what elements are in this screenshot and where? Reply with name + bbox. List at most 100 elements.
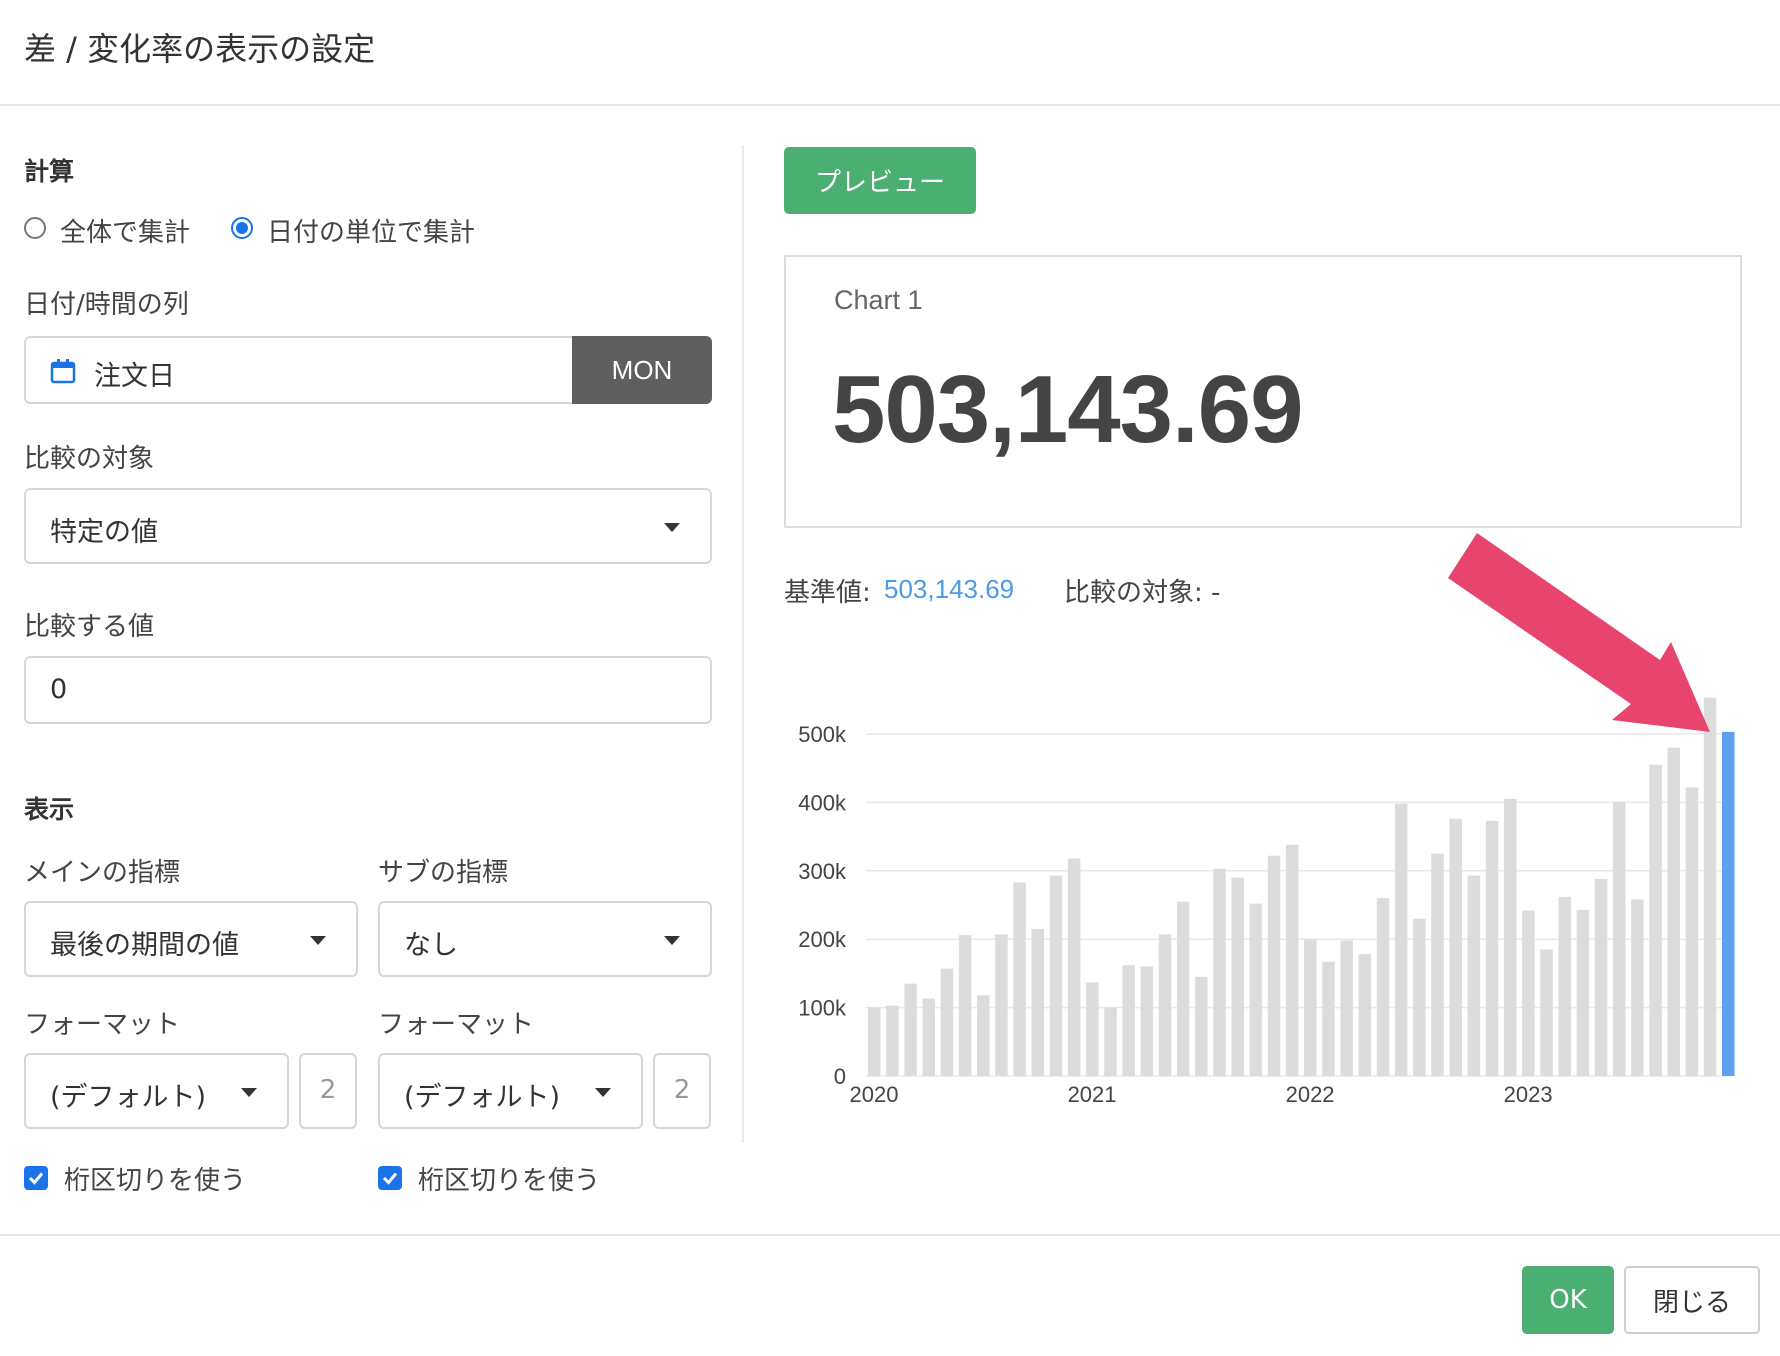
bar bbox=[1485, 820, 1499, 1076]
decimals-main-value: 2 bbox=[319, 1075, 337, 1105]
card-title: Chart 1 bbox=[834, 285, 923, 315]
bar-chart: 0 100k 200k 300k 400k 500k 2020 2021 2022 2023 bbox=[798, 533, 1735, 1107]
close-button[interactable]: 閉じる bbox=[1624, 1266, 1760, 1334]
preview-button[interactable]: プレビュー bbox=[784, 147, 976, 214]
x-tick-label: 2021 bbox=[1068, 1082, 1117, 1107]
header-divider bbox=[0, 104, 1780, 106]
chevron-down-icon bbox=[664, 936, 680, 945]
separator-sub-label[interactable]: 桁区切りを使う bbox=[418, 1160, 600, 1197]
format-main-select[interactable]: (デフォルト) bbox=[24, 1053, 289, 1129]
bar-highlight bbox=[1722, 731, 1735, 1076]
bar bbox=[1086, 982, 1099, 1076]
decimals-main-input[interactable]: 2 bbox=[299, 1053, 357, 1129]
bar bbox=[904, 983, 917, 1076]
bar bbox=[1358, 954, 1372, 1076]
x-tick-label: 2023 bbox=[1504, 1082, 1553, 1107]
bar bbox=[1249, 903, 1263, 1076]
y-tick-label: 500k bbox=[798, 722, 847, 747]
bar bbox=[1431, 853, 1444, 1076]
bar bbox=[1685, 787, 1699, 1076]
format-sub-value: (デフォルト) bbox=[404, 1082, 561, 1113]
bar bbox=[922, 998, 936, 1076]
bar bbox=[977, 995, 990, 1076]
bar bbox=[1503, 798, 1517, 1076]
y-tick-label: 0 bbox=[834, 1064, 846, 1089]
calendar-icon bbox=[50, 358, 76, 388]
main-metric-value: 最後の期間の値 bbox=[50, 930, 239, 961]
dialog-title: 差 / 変化率の表示の設定 bbox=[24, 30, 376, 68]
ok-button[interactable]: OK bbox=[1522, 1266, 1614, 1334]
panel-divider bbox=[742, 145, 744, 1143]
bar bbox=[1067, 858, 1081, 1076]
bar bbox=[1031, 928, 1045, 1076]
bar bbox=[1558, 896, 1571, 1076]
bar bbox=[995, 934, 1008, 1076]
preview-card: Chart 1 503,143.69 bbox=[784, 255, 1742, 528]
radio-by-date-label[interactable]: 日付の単位で集計 bbox=[267, 212, 475, 249]
separator-sub-checkbox[interactable] bbox=[378, 1166, 402, 1190]
format-main-value: (デフォルト) bbox=[50, 1082, 207, 1113]
bar bbox=[1285, 844, 1299, 1076]
bar bbox=[1522, 910, 1535, 1076]
main-metric-select[interactable]: 最後の期間の値 bbox=[24, 901, 358, 977]
bar bbox=[1158, 934, 1172, 1076]
bar bbox=[1231, 877, 1244, 1076]
card-value: 503,143.69 bbox=[832, 356, 1303, 463]
bar bbox=[1376, 898, 1390, 1076]
sub-metric-select[interactable]: なし bbox=[378, 901, 712, 977]
sub-metric-label: サブの指標 bbox=[378, 858, 509, 888]
chevron-down-icon bbox=[664, 523, 680, 532]
bar bbox=[1140, 966, 1154, 1076]
radio-by-date[interactable] bbox=[231, 217, 253, 239]
bar bbox=[1049, 875, 1063, 1076]
radio-total[interactable] bbox=[24, 217, 46, 239]
bar bbox=[1612, 801, 1626, 1076]
bar bbox=[1449, 818, 1462, 1076]
separator-main-label[interactable]: 桁区切りを使う bbox=[64, 1160, 246, 1197]
date-col-label: 日付/時間の列 bbox=[24, 290, 189, 320]
compare-target-label: 比較の対象 bbox=[24, 444, 155, 474]
compare-value-label: 比較する値 bbox=[24, 612, 155, 642]
format-sub-label: フォーマット bbox=[378, 1010, 535, 1040]
bar bbox=[1267, 855, 1281, 1076]
y-tick-label: 400k bbox=[798, 790, 847, 815]
decimals-sub-input[interactable]: 2 bbox=[653, 1053, 711, 1129]
bar bbox=[1413, 918, 1426, 1076]
bar bbox=[1122, 965, 1135, 1076]
bar bbox=[1576, 909, 1590, 1076]
bar bbox=[1340, 940, 1353, 1076]
bar bbox=[1649, 764, 1662, 1076]
bar bbox=[1703, 697, 1717, 1076]
bar bbox=[940, 968, 954, 1076]
footer-divider bbox=[0, 1234, 1780, 1236]
y-tick-label: 300k bbox=[798, 859, 847, 884]
y-tick-label: 200k bbox=[798, 927, 847, 952]
compare-target-value: 特定の値 bbox=[50, 517, 158, 548]
separator-main-checkbox[interactable] bbox=[24, 1166, 48, 1190]
bar bbox=[886, 1005, 899, 1076]
bar bbox=[1394, 803, 1408, 1076]
bar bbox=[1631, 899, 1644, 1076]
chevron-down-icon bbox=[310, 936, 326, 945]
date-column-value: 注文日 bbox=[94, 361, 175, 392]
radio-total-label[interactable]: 全体で集計 bbox=[60, 212, 190, 249]
calc-heading: 計算 bbox=[24, 157, 75, 186]
main-metric-label: メインの指標 bbox=[24, 858, 181, 888]
date-unit-button[interactable]: MON bbox=[572, 336, 712, 404]
chevron-down-icon bbox=[241, 1088, 257, 1097]
format-sub-select[interactable]: (デフォルト) bbox=[378, 1053, 643, 1129]
y-tick-label: 100k bbox=[798, 996, 847, 1021]
bar bbox=[1013, 882, 1026, 1076]
checkmark-icon bbox=[382, 1172, 398, 1185]
bar bbox=[1104, 1007, 1117, 1076]
checkmark-icon bbox=[28, 1172, 44, 1185]
bar bbox=[1195, 976, 1208, 1076]
decimals-sub-value: 2 bbox=[673, 1075, 691, 1105]
x-tick-label: 2022 bbox=[1286, 1082, 1335, 1107]
bar bbox=[1304, 939, 1317, 1076]
bar bbox=[1667, 747, 1680, 1076]
compare-value-input[interactable]: 0 bbox=[24, 656, 712, 724]
sub-metric-value: なし bbox=[404, 930, 458, 961]
date-column-field[interactable]: 注文日 MON bbox=[24, 336, 712, 404]
compare-target-select[interactable]: 特定の値 bbox=[24, 488, 712, 564]
